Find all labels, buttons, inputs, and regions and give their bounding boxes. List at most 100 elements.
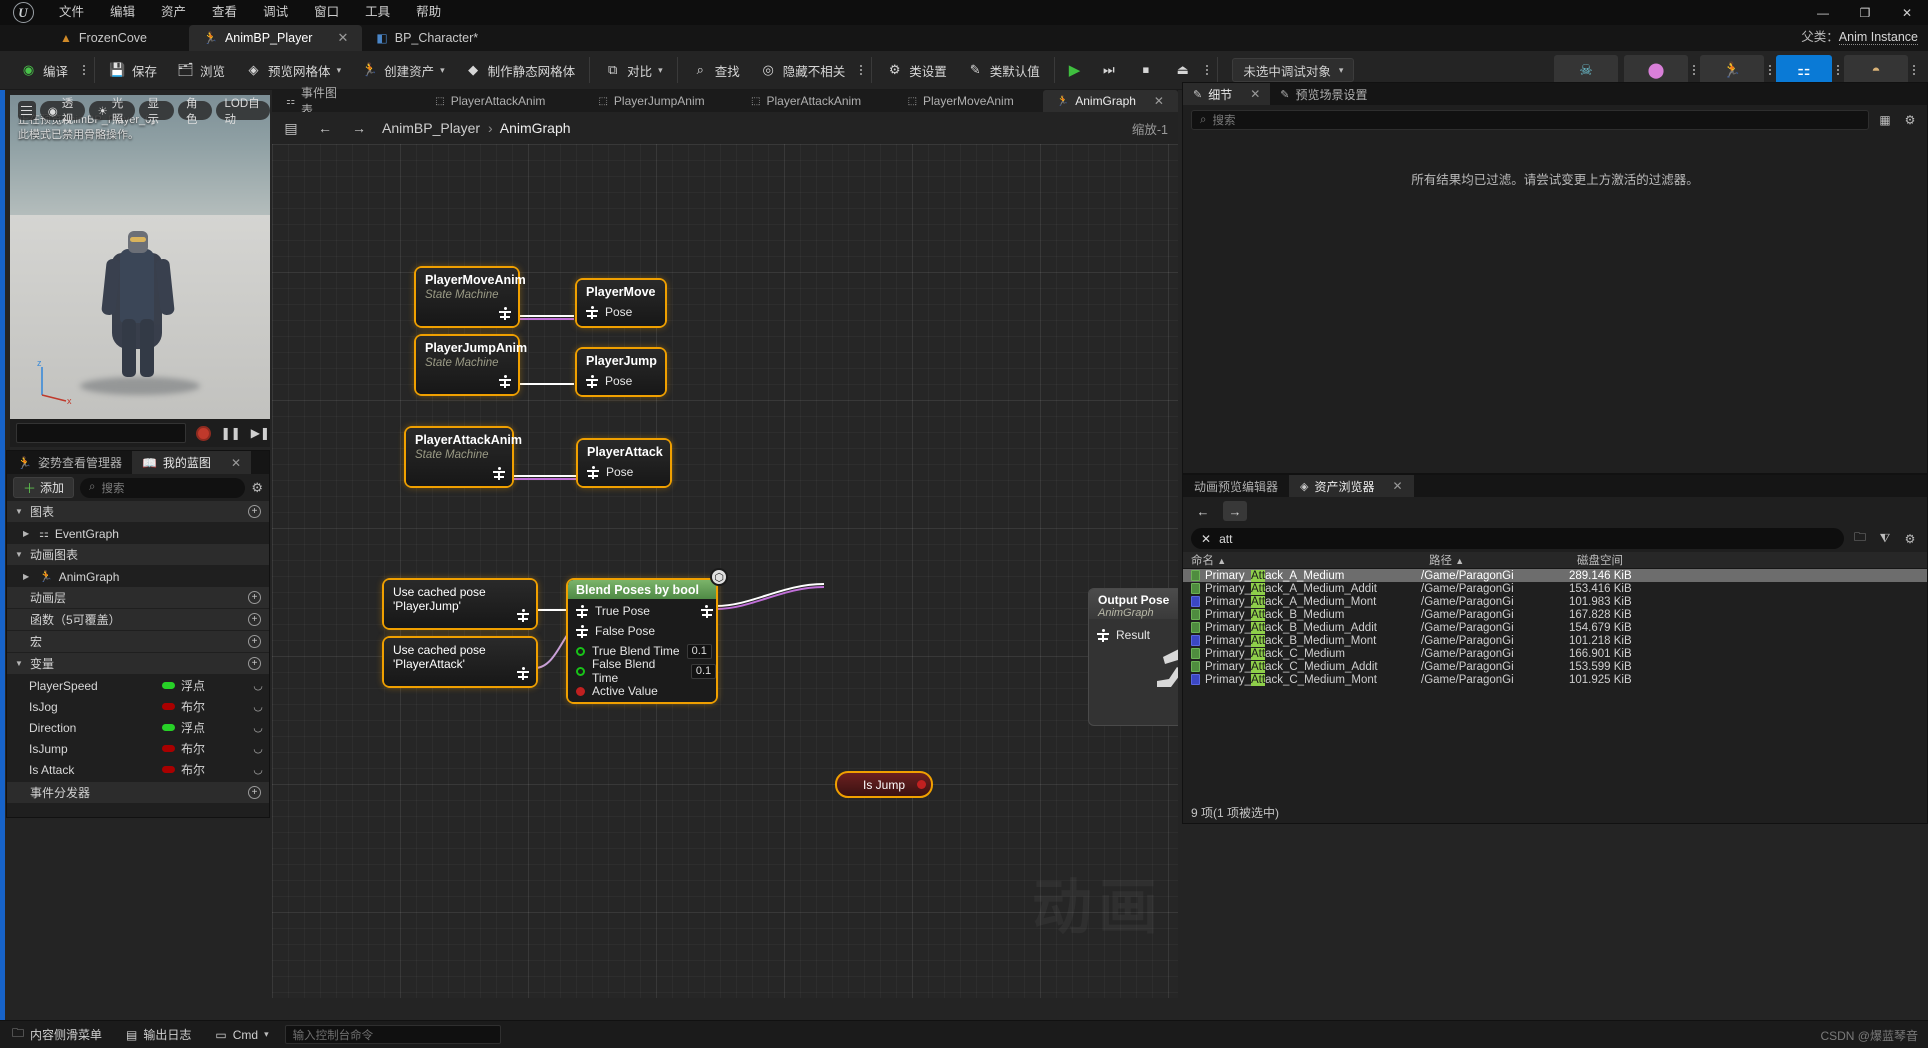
table-row[interactable]: Primary_Attack_A_Medium/Game/ParagonGi 28… — [1183, 569, 1927, 582]
back-button[interactable]: ← — [1191, 501, 1215, 521]
pose-pin-icon[interactable] — [1097, 628, 1109, 642]
forward-button[interactable]: → — [348, 117, 370, 139]
pose-pin-icon[interactable] — [493, 467, 505, 480]
animation-mode-button[interactable]: 🏃 — [1700, 55, 1764, 85]
node-pin-row[interactable]: False Blend Time 0.1 — [576, 657, 716, 685]
minimize-button[interactable]: — — [1802, 0, 1844, 25]
pose-pin-icon[interactable] — [517, 609, 529, 622]
variable-row[interactable]: IsJog 布尔 ◡ — [7, 696, 269, 717]
pose-pin-icon[interactable] — [576, 604, 588, 618]
graph-tab-playermoveanim[interactable]: ⬚ PlayerMoveAnim — [894, 90, 1028, 112]
compile-button[interactable]: ◉ 编译 — [10, 54, 78, 86]
eye-icon[interactable]: ◡ — [247, 679, 269, 692]
node-playerattack-cache[interactable]: PlayerAttack Pose — [576, 438, 672, 488]
false-blend-time-input[interactable]: 0.1 — [690, 663, 716, 679]
timeline-scrubber[interactable] — [16, 423, 187, 443]
node-pin-row[interactable]: True Pose — [576, 601, 716, 621]
viewport-lighting-button[interactable]: ☀ 光照 — [89, 98, 136, 126]
skeleton-mode-button[interactable]: ☠ — [1554, 55, 1618, 85]
category-graphs[interactable]: ▼ 图表 + — [7, 501, 269, 522]
menu-view[interactable]: 查看 — [199, 0, 250, 25]
category-functions[interactable]: 函数（5可覆盖） + — [7, 609, 269, 630]
browse-button[interactable]: 🗂 浏览 — [167, 54, 235, 86]
add-macro-icon[interactable]: + — [248, 635, 261, 648]
hide-unrelated-button[interactable]: ◎ 隐藏不相关 — [750, 54, 856, 86]
variable-row[interactable]: PlayerSpeed 浮点 ◡ — [7, 675, 269, 696]
column-header-name[interactable]: 命名 ▲ — [1183, 552, 1421, 568]
chevron-right-icon[interactable]: ▶ — [23, 572, 33, 581]
breadcrumb-root[interactable]: AnimBP_Player — [382, 120, 480, 136]
hide-unrelated-options-button[interactable] — [855, 54, 867, 86]
compile-options-button[interactable] — [78, 54, 90, 86]
content-drawer-button[interactable]: 🗀 内容侧滑菜单 — [0, 1021, 114, 1048]
variable-row[interactable]: Direction 浮点 ◡ — [7, 717, 269, 738]
node-playerattackanim[interactable]: PlayerAttackAnim State Machine — [404, 426, 522, 488]
menu-assets[interactable]: 资产 — [148, 0, 199, 25]
float-pin-icon[interactable] — [576, 646, 585, 656]
node-playermoveanim[interactable]: PlayerMoveAnim State Machine — [414, 266, 526, 328]
table-row[interactable]: Primary_Attack_C_Medium/Game/ParagonGi 16… — [1183, 647, 1927, 660]
variable-row[interactable]: IsJump 布尔 ◡ — [7, 738, 269, 759]
category-event-dispatchers[interactable]: 事件分发器 + — [7, 782, 269, 803]
graph-tab-event-graph[interactable]: ⚏ 事件图表 — [272, 86, 353, 117]
add-anim-layer-icon[interactable]: + — [248, 591, 261, 604]
graph-tab-playerattackanim-1[interactable]: ⬚ PlayerAttackAnim — [421, 90, 559, 112]
column-header-size[interactable]: 磁盘空间 — [1569, 552, 1689, 568]
viewport-character-button[interactable]: 角色 — [177, 98, 213, 126]
node-pin-row[interactable]: Active Value — [576, 681, 716, 701]
close-icon[interactable]: ✕ — [337, 30, 348, 46]
bool-pin-icon[interactable] — [576, 686, 585, 696]
graph-canvas[interactable]: 动画 PlayerMoveAnim State Machine — [272, 144, 1178, 998]
tab-details[interactable]: ✎ 细节 ✕ — [1183, 83, 1271, 105]
pose-pin-icon[interactable] — [499, 375, 511, 388]
viewport-show-button[interactable]: 显示 — [139, 98, 174, 126]
pose-pin-icon[interactable] — [517, 667, 529, 680]
bool-out-pin-icon[interactable] — [917, 780, 926, 789]
viewport-lod-button[interactable]: LOD自动 — [216, 98, 270, 126]
pose-out-pin-icon[interactable] — [700, 604, 713, 618]
preview-viewport[interactable]: 正在预览AnimBP_Player_0。 此模式已禁用骨骼操作。 z x ◉ 透… — [10, 95, 270, 447]
parent-class-value[interactable]: Anim Instance — [1838, 30, 1918, 45]
step-forward-icon[interactable]: ▶❚ — [251, 426, 270, 440]
menu-edit[interactable]: 编辑 — [97, 0, 148, 25]
cmd-dropdown[interactable]: ▭ Cmd ▾ — [203, 1021, 280, 1048]
table-row[interactable]: Primary_Attack_B_Medium_Addit/Game/Parag… — [1183, 621, 1927, 634]
add-dispatcher-icon[interactable]: + — [248, 786, 261, 799]
node-playerjumpanim[interactable]: PlayerJumpAnim State Machine — [414, 334, 527, 396]
stop-button[interactable]: ⏹ — [1127, 54, 1164, 86]
tab-anim-preview-editor[interactable]: 动画预览编辑器 — [1183, 475, 1289, 497]
category-anim-layers[interactable]: 动画层 + — [7, 587, 269, 608]
add-graph-icon[interactable]: + — [248, 505, 261, 518]
pose-pin-icon[interactable] — [499, 307, 511, 320]
asset-tab-animbp-player[interactable]: 🏃 AnimBP_Player ✕ — [188, 25, 363, 51]
close-window-button[interactable]: ✕ — [1886, 0, 1928, 25]
table-row[interactable]: Primary_Attack_C_Medium_Mont/Game/Parago… — [1183, 673, 1927, 686]
tab-asset-browser[interactable]: ◈ 资产浏览器 ✕ — [1289, 475, 1414, 497]
add-button[interactable]: ＋ 添加 — [13, 477, 75, 498]
node-is-jump-variable[interactable]: Is Jump — [835, 771, 933, 798]
save-button[interactable]: 💾 保存 — [99, 54, 167, 86]
pose-pin-icon[interactable] — [587, 465, 599, 479]
physics-mode-button[interactable]: ◓ — [1844, 55, 1908, 85]
console-command-input[interactable]: 输入控制台命令 — [284, 1025, 501, 1044]
pose-pin-icon[interactable] — [586, 305, 598, 319]
diff-button[interactable]: ⧉ 对比 ▾ — [594, 54, 673, 86]
record-button[interactable] — [196, 425, 211, 441]
close-icon[interactable]: ✕ — [231, 456, 241, 470]
node-playerjump-cache[interactable]: PlayerJump Pose — [575, 347, 667, 397]
close-icon[interactable]: ✕ — [1250, 87, 1260, 101]
asset-search-input[interactable]: ✕ att — [1191, 528, 1844, 549]
node-pin-row[interactable]: False Pose — [576, 621, 716, 641]
category-anim-graphs[interactable]: ▼ 动画图表 — [7, 544, 269, 565]
menu-file[interactable]: 文件 — [46, 0, 97, 25]
step-button[interactable]: ⏭ — [1090, 54, 1127, 86]
tree-item-eventgraph[interactable]: ▶ ⚏ EventGraph — [7, 523, 269, 544]
tree-item-animgraph[interactable]: ▶ 🏃 AnimGraph — [7, 566, 269, 587]
graph-list-button[interactable]: ▤ — [280, 117, 302, 139]
category-variables[interactable]: ▼ 变量 + — [7, 653, 269, 674]
eye-icon[interactable]: ◡ — [247, 763, 269, 776]
play-button[interactable]: ▶ — [1059, 54, 1091, 86]
table-row[interactable]: Primary_Attack_A_Medium_Mont/Game/Parago… — [1183, 595, 1927, 608]
gear-icon[interactable]: ⚙ — [251, 480, 263, 496]
add-function-icon[interactable]: + — [248, 613, 261, 626]
